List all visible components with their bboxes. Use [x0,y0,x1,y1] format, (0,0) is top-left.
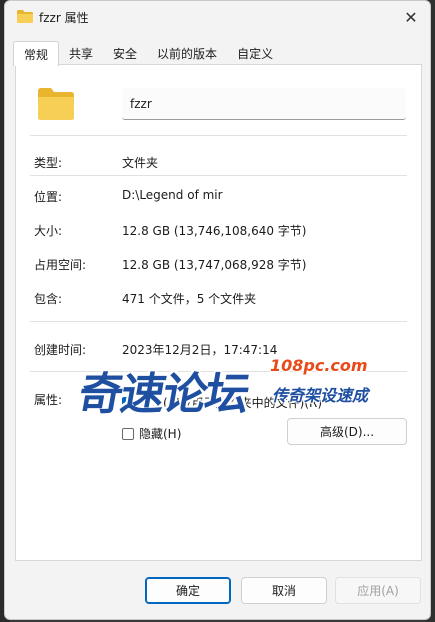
type-value: 文件夹 [122,156,159,170]
general-panel: 类型: 文件夹 位置: D:\Legend of mir 大小: 12.8 GB… [15,64,422,561]
contains-label: 包含: [34,292,63,306]
cancel-button[interactable]: 取消 [241,577,327,604]
watermark-main-text: 奇速论坛 [74,369,252,420]
title-bar[interactable]: fzzr 属性 ✕ [5,1,430,33]
readonly-checkbox-box[interactable] [122,396,134,409]
attributes-label: 属性: [34,393,63,407]
tab-customize[interactable]: 自定义 [227,41,283,65]
apply-button[interactable]: 应用(A) [335,577,421,604]
folder-icon [17,10,33,23]
size-on-disk-label: 占用空间: [34,258,87,272]
divider [30,321,407,322]
folder-large-icon [38,88,74,120]
tab-general[interactable]: 常规 [13,41,60,66]
location-label: 位置: [34,190,63,204]
size-value: 12.8 GB (13,746,108,640 字节) [122,224,307,238]
tab-security[interactable]: 安全 [103,41,147,65]
location-value: D:\Legend of mir [122,188,223,202]
readonly-label: 只读(仅应用于文件夹中的文件)(R) [139,396,323,410]
folder-name-input[interactable] [122,88,406,120]
divider [30,135,407,136]
hidden-label: 隐藏(H) [139,427,182,441]
type-label: 类型: [34,156,63,170]
hidden-checkbox-box[interactable] [122,427,134,440]
properties-dialog: fzzr 属性 ✕ 常规 共享 安全 以前的版本 自定义 类型: 文件夹 位置:… [4,0,431,620]
advanced-button[interactable]: 高级(D)... [287,418,407,445]
divider [30,175,407,176]
close-icon: ✕ [404,7,418,27]
contains-value: 471 个文件，5 个文件夹 [122,292,257,306]
tab-sharing[interactable]: 共享 [59,41,103,65]
ok-button[interactable]: 确定 [145,577,231,604]
created-value: 2023年12月2日，17:47:14 [122,343,278,357]
tab-previous-versions[interactable]: 以前的版本 [147,41,227,65]
divider [30,371,407,372]
watermark-url: 108pc.com [270,356,368,375]
hidden-checkbox[interactable]: 隐藏(H) [122,425,181,442]
created-label: 创建时间: [34,343,87,357]
window-title: fzzr 属性 [39,11,89,25]
readonly-checkbox[interactable]: 只读(仅应用于文件夹中的文件)(R) [122,394,322,411]
size-on-disk-value: 12.8 GB (13,747,068,928 字节) [122,258,307,272]
tab-bar: 常规 共享 安全 以前的版本 自定义 [13,41,283,66]
indeterminate-mark [125,401,131,404]
size-label: 大小: [34,224,63,238]
close-button[interactable]: ✕ [398,4,424,30]
